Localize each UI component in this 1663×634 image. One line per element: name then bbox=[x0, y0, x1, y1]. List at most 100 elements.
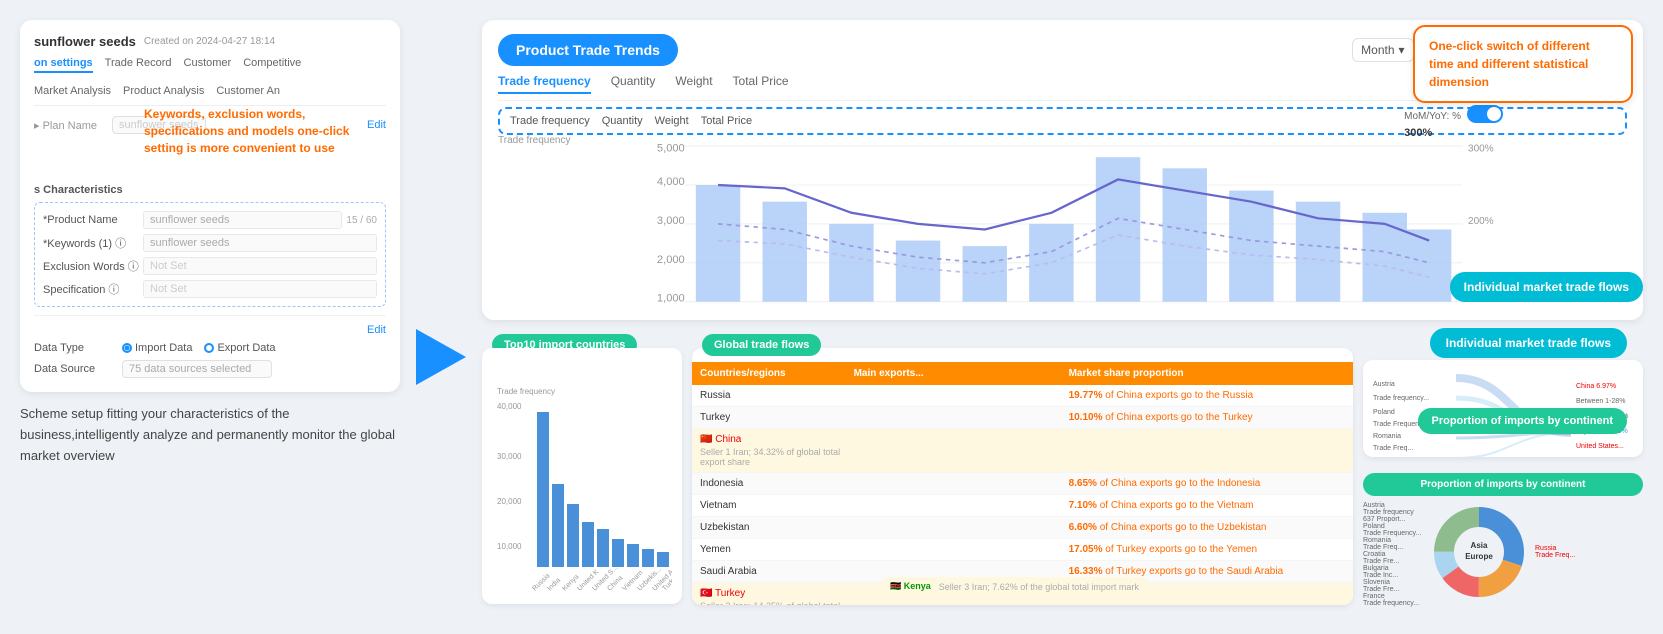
toggle-section: MoM/YoY: % 300% bbox=[1404, 105, 1503, 139]
dashed-tab-qty[interactable]: Quantity bbox=[602, 115, 643, 127]
country-cell-uzbekistan: Uzbekistan bbox=[700, 522, 854, 533]
edit-link[interactable]: Edit bbox=[367, 119, 386, 131]
radio-export[interactable]: Export Data bbox=[204, 342, 275, 354]
svg-text:Austria: Austria bbox=[1373, 381, 1395, 388]
svg-text:Romania: Romania bbox=[1373, 433, 1401, 440]
prop-label-4: CroatiaTrade Fre... bbox=[1363, 551, 1423, 565]
right-content: Product Trade Trends Month ▾ Last 1 year… bbox=[482, 20, 1643, 614]
exclusion-value[interactable]: Not Set bbox=[143, 257, 377, 275]
radio-import-dot bbox=[122, 343, 132, 353]
prop-label-6: SloveniaTrade Fre... bbox=[1363, 579, 1423, 593]
tab-on-settings[interactable]: on settings bbox=[34, 57, 93, 73]
market-indonesia: 8.65% of China exports go to the Indones… bbox=[1069, 478, 1261, 489]
tab-weight[interactable]: Weight bbox=[675, 74, 712, 94]
data-source-select[interactable]: 75 data sources selected bbox=[122, 360, 272, 378]
country-vietnam: Vietnam bbox=[700, 500, 854, 511]
svg-text:20,000: 20,000 bbox=[497, 497, 522, 506]
tab-customer-an[interactable]: Customer An bbox=[216, 85, 280, 99]
left-panel: sunflower seeds Created on 2024-04-27 18… bbox=[20, 20, 400, 614]
month-label: Month bbox=[1361, 43, 1394, 57]
svg-text:2,000: 2,000 bbox=[657, 254, 685, 266]
data-source-row: Data Source 75 data sources selected bbox=[34, 360, 386, 378]
individual-market-positioned: Individual market trade flows bbox=[1430, 328, 1627, 358]
toggle-slider[interactable] bbox=[1467, 105, 1503, 123]
orange-annotation-bubble: One-click switch of different time and d… bbox=[1413, 25, 1633, 103]
prop-label-7: FranceTrade frequency... bbox=[1363, 593, 1423, 607]
table-header: Countries/regions Main exports... Market… bbox=[692, 362, 1353, 385]
col-exports: Main exports... bbox=[854, 368, 1069, 379]
data-type-row: Data Type Import Data Export Data bbox=[34, 342, 386, 354]
blue-arrow bbox=[416, 329, 466, 385]
prop-label-2: PolandTrade Frequency... bbox=[1363, 523, 1423, 537]
svg-text:Trade frequency...: Trade frequency... bbox=[1373, 395, 1429, 402]
settings-card: sunflower seeds Created on 2024-04-27 18… bbox=[20, 20, 400, 392]
donut-chart: Asia Europe bbox=[1429, 502, 1529, 602]
dashed-tab-total[interactable]: Total Price bbox=[701, 115, 752, 127]
characteristics-section: s Characteristics *Product Name sunflowe… bbox=[34, 184, 386, 307]
proportion-positioned: Proportion of imports by continent bbox=[1418, 408, 1628, 434]
market-vietnam: 7.10% of China exports go to the Vietnam bbox=[1069, 500, 1254, 511]
chart-area: Trade frequency 5,000 4,000 3,000 2,000 … bbox=[498, 135, 1627, 335]
tab-quantity[interactable]: Quantity bbox=[611, 74, 656, 94]
table-body: Russia 19.77% of China exports go to the… bbox=[692, 385, 1353, 605]
market-cell-8: 16.33% of Turkey exports go to the Saudi… bbox=[1069, 566, 1345, 577]
dashed-tab-weight[interactable]: Weight bbox=[655, 115, 689, 127]
tab-total-price[interactable]: Total Price bbox=[733, 74, 789, 94]
product-name-count: 15 / 60 bbox=[346, 215, 377, 226]
description-text: Scheme setup fitting your characteristic… bbox=[20, 404, 400, 466]
table-row: Yemen 17.05% of Turkey exports go to the… bbox=[692, 539, 1353, 561]
svg-text:United States...: United States... bbox=[1576, 443, 1624, 450]
data-source-label: Data Source bbox=[34, 363, 114, 375]
trade-table: Countries/regions Main exports... Market… bbox=[692, 348, 1353, 605]
table-row: Indonesia 8.65% of China exports go to t… bbox=[692, 473, 1353, 495]
table-row: Vietnam 7.10% of China exports go to the… bbox=[692, 495, 1353, 517]
chart-svg: 5,000 4,000 3,000 2,000 1,000 bbox=[498, 135, 1627, 335]
data-edit-link[interactable]: Edit bbox=[367, 324, 386, 336]
bottom-row: Top10 import countries Trade frequency 4… bbox=[482, 332, 1643, 602]
toggle-knob bbox=[1487, 107, 1501, 121]
proportion-badge: Proportion of imports by continent bbox=[1363, 473, 1643, 496]
svg-text:Europe: Europe bbox=[1465, 552, 1493, 561]
country-cell-turkey-s: 🇹🇷 Turkey Seller 2 Iran; 14.25% of globa… bbox=[700, 588, 854, 605]
country-indonesia: Indonesia bbox=[700, 478, 854, 489]
radio-import[interactable]: Import Data bbox=[122, 342, 192, 354]
turkey-sub: Seller 2 Iran; 14.25% of global total ex… bbox=[700, 601, 854, 605]
data-section: Edit Data Type Import Data Export Data bbox=[34, 324, 386, 378]
tab-customer[interactable]: Customer bbox=[184, 57, 232, 73]
country-saudi: Saudi Arabia bbox=[700, 566, 854, 577]
radio-group: Import Data Export Data bbox=[122, 342, 276, 354]
individual-market-badge: Individual market trade flows bbox=[1450, 272, 1643, 302]
svg-text:5,000: 5,000 bbox=[657, 143, 685, 155]
country-russia: Russia bbox=[700, 390, 854, 401]
tab-market-analysis[interactable]: Market Analysis bbox=[34, 85, 111, 99]
radio-export-label: Export Data bbox=[217, 342, 275, 354]
product-title: sunflower seeds bbox=[34, 34, 136, 49]
dashed-tab-freq[interactable]: Trade frequency bbox=[510, 115, 590, 127]
tab-competitive[interactable]: Competitive bbox=[243, 57, 301, 73]
market-saudi: 16.33% of Turkey exports go to the Saudi… bbox=[1069, 566, 1284, 577]
keywords-value[interactable]: sunflower seeds bbox=[143, 234, 377, 252]
month-select[interactable]: Month ▾ bbox=[1352, 38, 1413, 62]
char-fields: *Product Name sunflower seeds 15 / 60 *K… bbox=[34, 202, 386, 307]
mom-yoy-label: MoM/YoY: % bbox=[1404, 111, 1461, 122]
svg-text:Asia: Asia bbox=[1471, 541, 1488, 550]
market-cell-7: 17.05% of Turkey exports go to the Yemen bbox=[1069, 544, 1345, 555]
global-flows-badge: Global trade flows bbox=[702, 334, 821, 356]
specification-row: Specification ⓘ Not Set bbox=[43, 280, 377, 298]
chevron-down-icon: ▾ bbox=[1399, 43, 1405, 57]
svg-text:3,000: 3,000 bbox=[657, 215, 685, 227]
tab-product-analysis[interactable]: Product Analysis bbox=[123, 85, 204, 99]
proportion-text: Proportion of imports by continent bbox=[1418, 408, 1628, 434]
table-row: Russia 19.77% of China exports go to the… bbox=[692, 385, 1353, 407]
tab-trade-frequency[interactable]: Trade frequency bbox=[498, 74, 591, 94]
tab-trade-record[interactable]: Trade Record bbox=[105, 57, 172, 73]
chart-title-badge: Product Trade Trends bbox=[498, 34, 678, 66]
country-cell-saudi: Saudi Arabia bbox=[700, 566, 854, 577]
plan-name-label: ▸ Plan Name bbox=[34, 119, 104, 132]
product-name-value[interactable]: sunflower seeds bbox=[143, 211, 342, 229]
country-turkey-s: 🇹🇷 Turkey bbox=[700, 588, 854, 599]
svg-text:4,000: 4,000 bbox=[657, 176, 685, 188]
prop-right-labels: RussiaTrade Freq... bbox=[1535, 502, 1575, 602]
specification-value[interactable]: Not Set bbox=[143, 280, 377, 298]
keywords-row: *Keywords (1) ⓘ sunflower seeds bbox=[43, 234, 377, 252]
